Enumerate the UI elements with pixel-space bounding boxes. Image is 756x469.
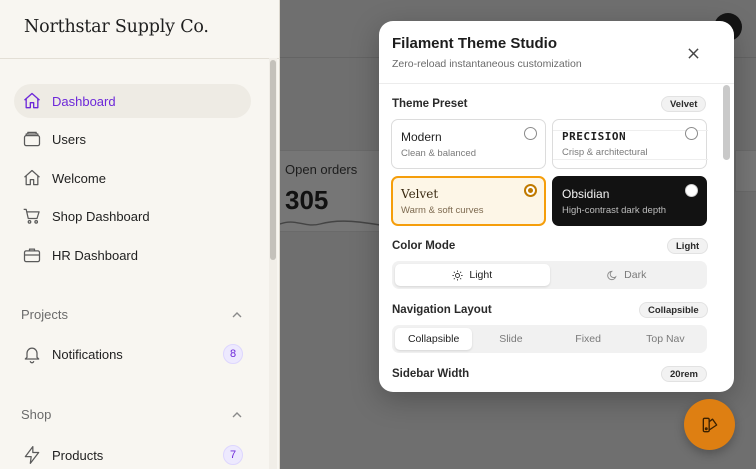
group-toggle-shop[interactable]: Shop — [21, 407, 243, 422]
preset-radio[interactable] — [685, 184, 698, 197]
sidebar: Northstar Supply Co. Dashboard Users Wel… — [0, 0, 280, 469]
home-icon — [24, 169, 40, 186]
segment-label: Light — [469, 269, 493, 281]
color-mode-label: Color Mode — [392, 240, 456, 252]
preset-description: High-contrast dark depth — [562, 205, 667, 216]
close-button[interactable] — [683, 43, 703, 63]
theme-studio-fab-button[interactable] — [684, 399, 735, 450]
preset-option-precision[interactable]: PRECISION Crisp & architectural — [552, 119, 708, 169]
chevron-up-icon — [232, 411, 242, 417]
moon-icon — [607, 270, 617, 280]
preset-radio[interactable] — [685, 127, 698, 140]
nav-layout-top-nav[interactable]: Top Nav — [627, 328, 704, 350]
modal-subtitle: Zero-reload instantaneous customization — [392, 58, 582, 70]
navigation-layout-label: Navigation Layout — [392, 304, 492, 316]
modal-title: Filament Theme Studio — [392, 35, 558, 52]
cart-icon — [23, 208, 40, 224]
sidebar-item-users[interactable]: Users — [14, 122, 251, 156]
theme-studio-modal: Filament Theme Studio Zero-reload instan… — [379, 21, 734, 392]
nav-layout-collapsible[interactable]: Collapsible — [395, 328, 473, 350]
modal-divider — [379, 83, 734, 84]
stat-value: 305 — [285, 185, 329, 215]
home-icon — [24, 92, 40, 109]
nav-layout-slide[interactable]: Slide — [472, 328, 549, 350]
preset-option-obsidian[interactable]: Obsidian High-contrast dark depth — [552, 176, 707, 226]
sidebar-item-label: Users — [52, 131, 86, 147]
sidebar-item-label: Welcome — [52, 170, 106, 186]
count-badge: 7 — [223, 445, 243, 465]
color-mode-dark[interactable]: Dark — [550, 264, 705, 286]
color-mode-toggle: Light Dark — [392, 261, 707, 289]
count-badge: 8 — [223, 344, 243, 364]
preset-option-modern[interactable]: Modern Clean & balanced — [391, 119, 546, 169]
group-toggle-projects[interactable]: Projects — [21, 307, 243, 322]
nav-layout-fixed[interactable]: Fixed — [550, 328, 627, 350]
navigation-layout-value-badge: Collapsible — [639, 302, 708, 318]
navigation-layout-toggle: Collapsible Slide Fixed Top Nav — [392, 325, 707, 353]
stat-card-edge — [735, 150, 756, 192]
sidebar-item-products[interactable]: Products 7 — [14, 438, 251, 469]
sidebar-item-welcome[interactable]: Welcome — [14, 161, 251, 195]
preset-description: Clean & balanced — [401, 148, 476, 159]
group-label: Shop — [21, 407, 52, 422]
close-icon — [687, 47, 699, 59]
sun-icon — [452, 269, 463, 281]
theme-preset-label: Theme Preset — [392, 98, 468, 110]
preset-radio[interactable] — [524, 127, 537, 140]
sidebar-width-value-badge: 20rem — [661, 366, 707, 382]
bolt-icon — [24, 446, 40, 464]
preset-radio-selected[interactable] — [524, 184, 537, 197]
sidebar-item-hr-dashboard[interactable]: HR Dashboard — [14, 238, 251, 272]
stack-icon — [23, 131, 41, 147]
sidebar-item-label: Dashboard — [52, 93, 116, 109]
brand-title[interactable]: Northstar Supply Co. — [24, 17, 209, 37]
sparkline — [280, 220, 380, 226]
preset-description: Crisp & architectural — [562, 147, 648, 158]
sidebar-width-label: Sidebar Width — [392, 368, 470, 380]
color-mode-light[interactable]: Light — [395, 264, 550, 286]
group-label: Projects — [21, 307, 68, 322]
sidebar-divider — [0, 58, 280, 59]
preset-description: Warm & soft curves — [401, 205, 484, 216]
bell-icon — [24, 347, 40, 364]
preset-guide-line — [553, 159, 708, 160]
sidebar-item-label: Notifications — [52, 346, 123, 362]
sidebar-item-notifications[interactable]: Notifications 8 — [14, 337, 251, 371]
segment-label: Dark — [624, 269, 647, 281]
preset-option-velvet[interactable]: Velvet Warm & soft curves — [391, 176, 546, 226]
briefcase-icon — [23, 248, 41, 263]
sidebar-item-label: HR Dashboard — [52, 247, 138, 263]
sidebar-item-label: Products — [52, 447, 104, 463]
sidebar-item-dashboard[interactable]: Dashboard — [14, 84, 251, 118]
sidebar-item-shop-dashboard[interactable]: Shop Dashboard — [14, 199, 251, 233]
modal-scrollbar-thumb[interactable] — [723, 85, 730, 160]
preset-name: Velvet — [401, 187, 439, 201]
palette-icon — [702, 417, 717, 432]
theme-preset-value-badge: Velvet — [661, 96, 707, 112]
sidebar-scrollbar-thumb[interactable] — [270, 60, 276, 260]
color-mode-value-badge: Light — [667, 238, 709, 254]
sidebar-item-label: Shop Dashboard — [52, 208, 150, 224]
chevron-up-icon — [232, 311, 242, 317]
stat-label: Open orders — [285, 162, 358, 177]
